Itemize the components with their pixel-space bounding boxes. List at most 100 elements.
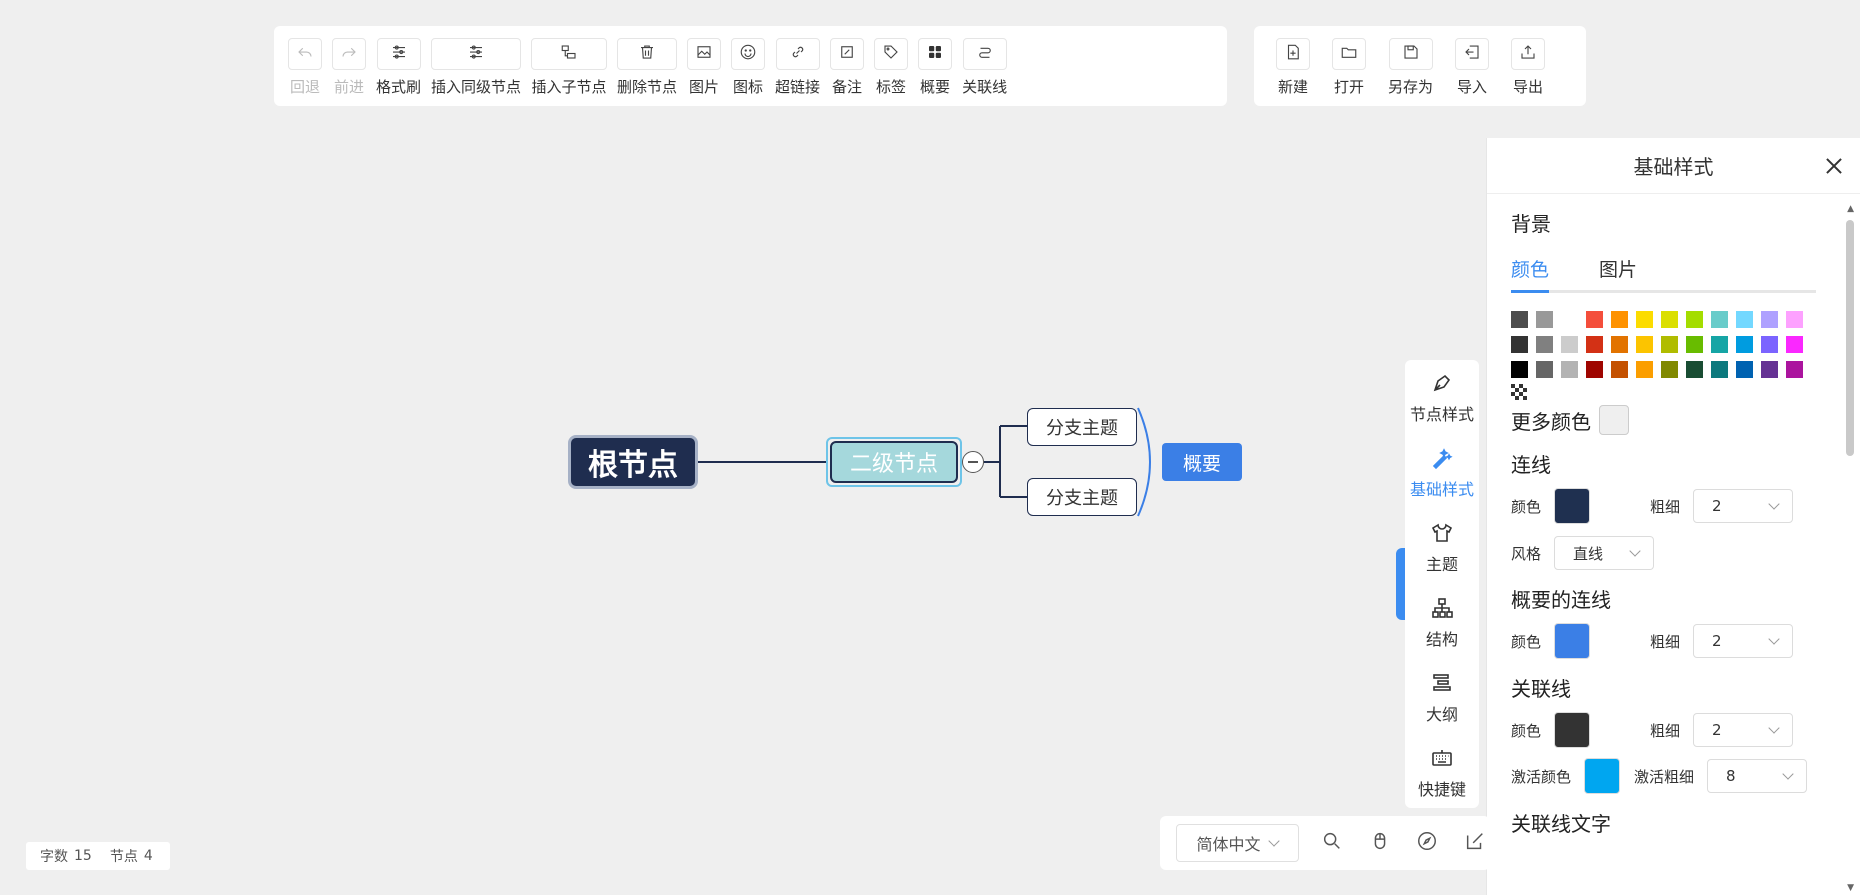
color-swatch[interactable] xyxy=(1636,336,1653,353)
color-swatch[interactable] xyxy=(1761,336,1778,353)
tab-image[interactable]: 图片 xyxy=(1599,255,1637,290)
color-swatch[interactable] xyxy=(1611,311,1628,328)
tab-color[interactable]: 颜色 xyxy=(1511,255,1550,293)
color-swatch[interactable] xyxy=(1611,336,1628,353)
active-width-select[interactable]: 8 xyxy=(1707,759,1807,793)
summary-button[interactable]: 概要 xyxy=(918,38,953,97)
tab-base-style[interactable]: 基础样式 xyxy=(1405,435,1479,510)
undo-button[interactable]: 回退 xyxy=(288,38,322,97)
color-swatch[interactable] xyxy=(1636,361,1653,378)
edit-icon[interactable] xyxy=(1464,830,1490,856)
collapse-button[interactable] xyxy=(962,451,984,473)
new-button[interactable]: 新建 xyxy=(1276,38,1310,97)
search-icon[interactable] xyxy=(1321,830,1347,856)
redo-button[interactable]: 前进 xyxy=(332,38,366,97)
summary-line-width-select[interactable]: 2 xyxy=(1693,624,1793,658)
summary-line-color-swatch[interactable] xyxy=(1554,623,1590,659)
color-swatch[interactable] xyxy=(1686,361,1703,378)
scroll-up-arrow[interactable]: ▲ xyxy=(1847,204,1854,214)
color-swatch[interactable] xyxy=(1786,336,1803,353)
association-line-label: 关联线 xyxy=(962,78,1008,96)
second-level-node[interactable]: 二级节点 xyxy=(826,437,962,487)
color-swatch[interactable] xyxy=(1561,311,1578,328)
insert-sibling-label: 插入同级节点 xyxy=(431,78,522,96)
scrollbar-thumb[interactable] xyxy=(1846,220,1854,456)
color-swatch[interactable] xyxy=(1536,311,1553,328)
color-swatch[interactable] xyxy=(1636,311,1653,328)
transparent-swatch[interactable] xyxy=(1511,384,1528,401)
close-icon[interactable] xyxy=(1822,154,1846,178)
color-swatch[interactable] xyxy=(1736,361,1753,378)
color-swatch[interactable] xyxy=(1561,361,1578,378)
association-line-color-swatch[interactable] xyxy=(1554,712,1590,748)
active-color-swatch[interactable] xyxy=(1584,758,1620,794)
base-style-icon xyxy=(1430,446,1454,470)
icon-button[interactable]: 图标 xyxy=(731,38,766,97)
color-swatch[interactable] xyxy=(1661,311,1678,328)
format-brush-button[interactable]: 格式刷 xyxy=(376,38,421,97)
color-swatch[interactable] xyxy=(1511,311,1528,328)
line-style-select[interactable]: 直线 xyxy=(1554,536,1654,570)
color-swatch[interactable] xyxy=(1786,311,1803,328)
color-swatch[interactable] xyxy=(1511,336,1528,353)
tab-outline[interactable]: 大纲 xyxy=(1405,660,1479,735)
hyperlink-button[interactable]: 超链接 xyxy=(775,38,820,97)
color-swatch[interactable] xyxy=(1611,361,1628,378)
color-swatch[interactable] xyxy=(1586,336,1603,353)
color-swatch[interactable] xyxy=(1711,361,1728,378)
more-colors-swatch[interactable] xyxy=(1599,405,1629,435)
delete-node-label: 删除节点 xyxy=(617,78,678,96)
tab-node-style[interactable]: 节点样式 xyxy=(1405,360,1479,435)
compass-icon[interactable] xyxy=(1416,830,1442,856)
language-select[interactable]: 简体中文 xyxy=(1176,824,1299,862)
save-as-button[interactable]: 另存为 xyxy=(1388,38,1433,97)
language-value: 简体中文 xyxy=(1196,835,1261,854)
association-line-button[interactable]: 关联线 xyxy=(962,38,1007,97)
root-node[interactable]: 根节点 xyxy=(568,435,698,489)
tab-theme[interactable]: 主题 xyxy=(1405,510,1479,585)
note-label: 备注 xyxy=(832,78,863,96)
color-swatch[interactable] xyxy=(1511,361,1528,378)
tab-theme-label: 主题 xyxy=(1425,554,1458,574)
base-style-panel: 基础样式 ▲ ▼ 背景 颜色 图片 更多颜色 连线 颜色 粗细 2 风格 直线 … xyxy=(1486,138,1860,895)
status-stats: 字数 15 节点 4 xyxy=(26,842,170,870)
branch-node[interactable]: 分支主题 xyxy=(1027,408,1137,446)
association-line-icon xyxy=(976,43,994,65)
import-button[interactable]: 导入 xyxy=(1455,38,1490,97)
insert-child-button[interactable]: 插入子节点 xyxy=(531,38,608,97)
color-swatch[interactable] xyxy=(1786,361,1803,378)
insert-sibling-button[interactable]: 插入同级节点 xyxy=(431,38,521,97)
color-swatch[interactable] xyxy=(1561,336,1578,353)
color-swatch[interactable] xyxy=(1686,336,1703,353)
node-style-icon xyxy=(1430,371,1454,395)
open-button[interactable]: 打开 xyxy=(1332,38,1366,97)
color-swatch[interactable] xyxy=(1711,336,1728,353)
delete-node-button[interactable]: 删除节点 xyxy=(617,38,677,97)
association-line-width-select[interactable]: 2 xyxy=(1693,713,1793,747)
image-button[interactable]: 图片 xyxy=(687,38,722,97)
tab-structure[interactable]: 结构 xyxy=(1405,585,1479,660)
line-width-select[interactable]: 2 xyxy=(1693,489,1793,523)
summary-node[interactable]: 概要 xyxy=(1162,443,1242,481)
color-swatch[interactable] xyxy=(1586,361,1603,378)
color-swatch[interactable] xyxy=(1661,361,1678,378)
color-swatch[interactable] xyxy=(1711,311,1728,328)
color-swatch[interactable] xyxy=(1686,311,1703,328)
color-swatch[interactable] xyxy=(1761,311,1778,328)
color-swatch[interactable] xyxy=(1661,336,1678,353)
note-button[interactable]: 备注 xyxy=(830,38,865,97)
color-swatch[interactable] xyxy=(1736,311,1753,328)
export-button[interactable]: 导出 xyxy=(1511,38,1546,97)
color-swatch[interactable] xyxy=(1736,336,1753,353)
mouse-icon[interactable] xyxy=(1369,830,1395,856)
color-swatch[interactable] xyxy=(1536,336,1553,353)
color-swatch[interactable] xyxy=(1586,311,1603,328)
line-color-swatch[interactable] xyxy=(1554,488,1590,524)
branch-node[interactable]: 分支主题 xyxy=(1027,478,1137,516)
tag-button[interactable]: 标签 xyxy=(874,38,909,97)
active-color-label: 激活颜色 xyxy=(1511,767,1572,786)
scroll-down-arrow[interactable]: ▼ xyxy=(1847,883,1854,893)
color-swatch[interactable] xyxy=(1761,361,1778,378)
tab-shortcuts[interactable]: 快捷键 xyxy=(1405,735,1479,810)
color-swatch[interactable] xyxy=(1536,361,1553,378)
